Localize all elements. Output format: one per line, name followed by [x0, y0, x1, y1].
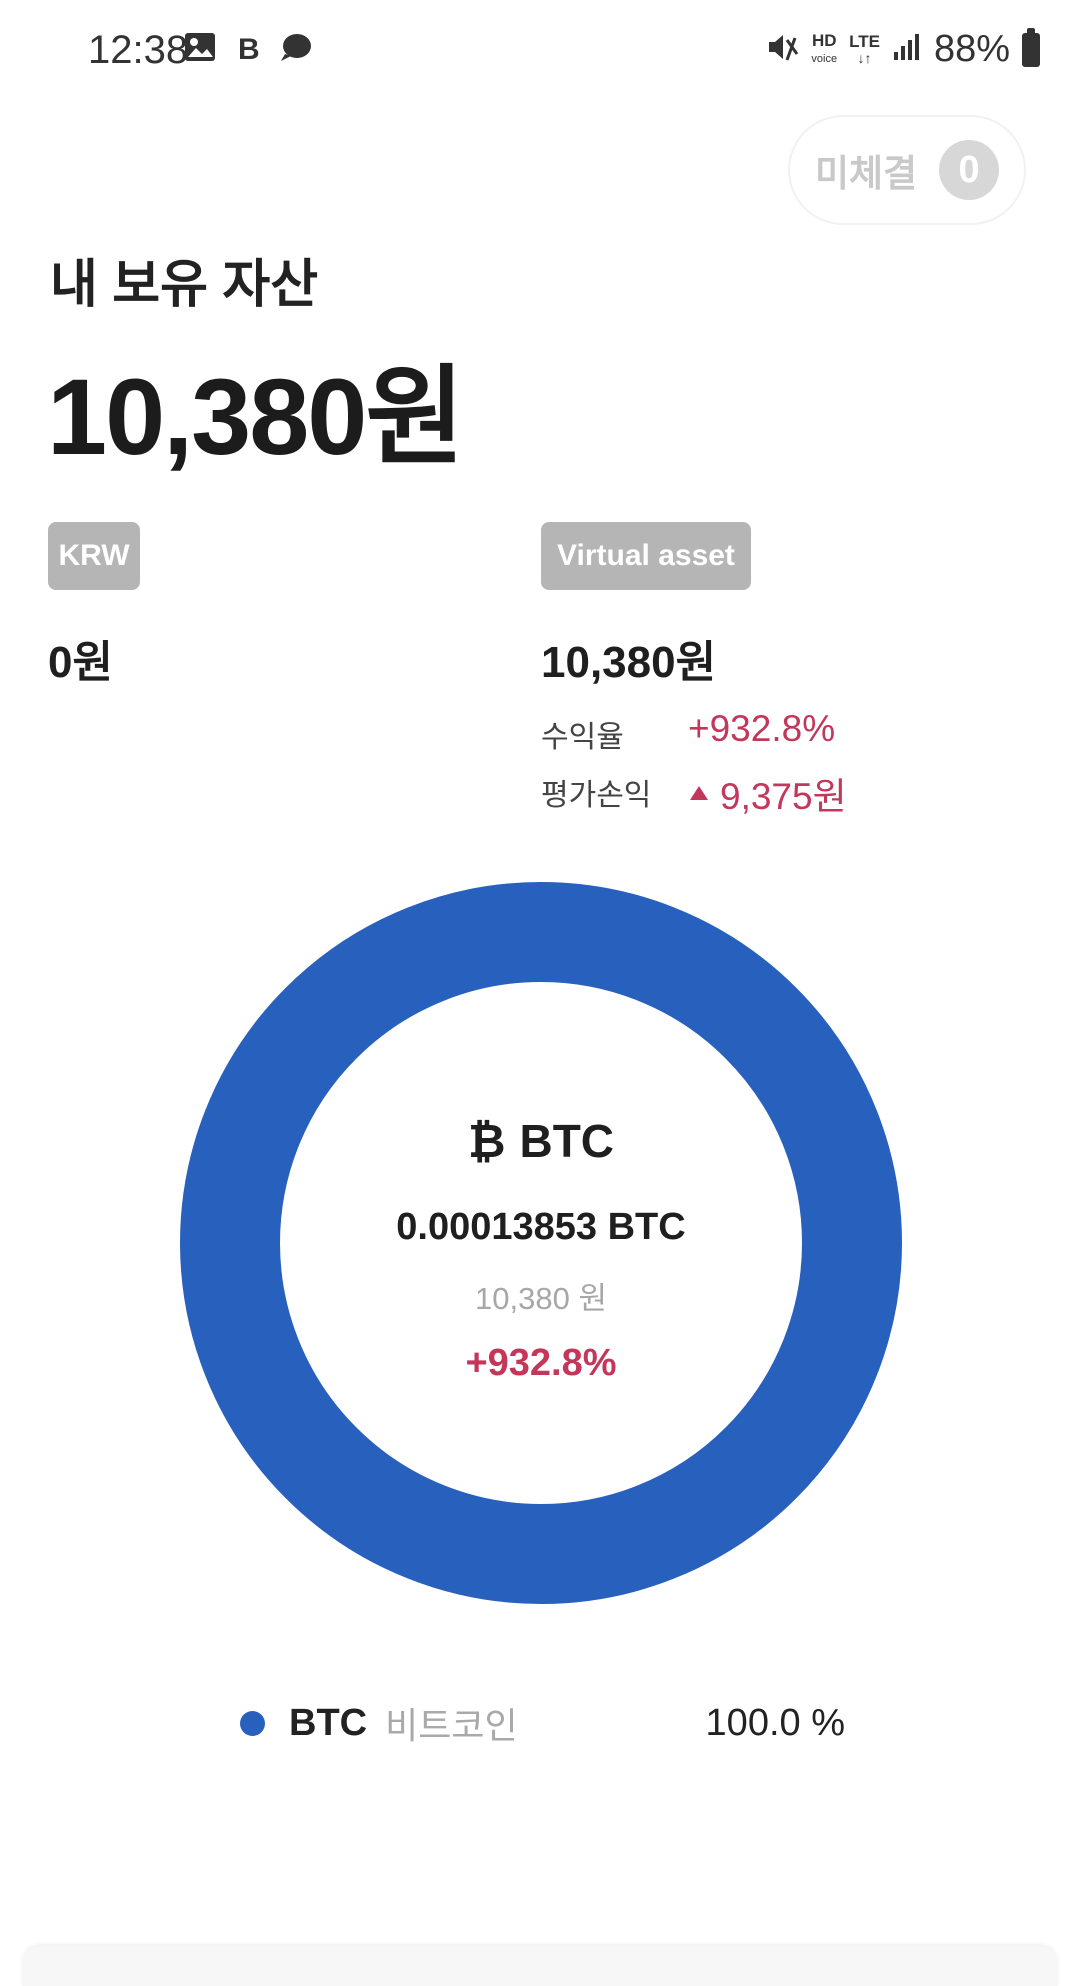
pending-orders-label: 미체결	[814, 153, 918, 194]
hd-voice-icon: HD voice	[811, 30, 838, 65]
virtual-asset-amount: 10,380원	[541, 638, 717, 687]
pending-orders-count: 0	[939, 140, 1000, 200]
legend-color-dot	[240, 1710, 265, 1736]
total-assets: 10,380원	[47, 356, 465, 477]
page-title: 내 보유 자산	[50, 256, 319, 314]
legend-percent: 100.0 %	[705, 1701, 845, 1744]
battery-icon	[1022, 27, 1040, 67]
legend-coin-name: 비트코인	[385, 1705, 518, 1746]
coin-quantity: 0.00013853 BTC	[396, 1206, 686, 1248]
signal-icon	[892, 32, 922, 67]
gallery-icon	[183, 30, 217, 64]
virtual-asset-tag: Virtual asset	[541, 522, 751, 590]
krw-amount: 0원	[48, 638, 113, 687]
svg-text:B: B	[238, 33, 260, 62]
lte-icon: LTE ↓↑	[849, 31, 880, 66]
chat-bubble-icon	[279, 30, 313, 64]
profit-loss-value: 9,375원	[720, 776, 847, 817]
status-left-icons: B	[183, 30, 313, 64]
bottom-sheet-handle[interactable]	[22, 1946, 1058, 1986]
mute-icon	[765, 30, 799, 69]
status-right-icons: HD voice LTE ↓↑ 88%	[765, 27, 1040, 71]
profit-loss-row: 9,375원	[690, 766, 847, 820]
legend-coin-code: BTC	[289, 1701, 368, 1744]
return-rate-value: +932.8%	[688, 708, 836, 749]
legend-item[interactable]: BTC 비트코인 100.0 %	[240, 1697, 845, 1749]
profit-loss-label: 평가손익	[541, 779, 652, 812]
coin-header: ₿ BTC	[468, 1114, 614, 1168]
krw-tag: KRW	[48, 522, 140, 590]
coin-krw-value: 10,380 원	[475, 1281, 607, 1316]
coin-return: +932.8%	[465, 1342, 617, 1384]
up-triangle-icon	[690, 786, 708, 800]
b-app-icon: B	[231, 30, 265, 64]
battery-percent: 88%	[933, 28, 1010, 70]
pending-orders-button[interactable]: 미체결 0	[788, 115, 1026, 225]
bitcoin-icon: ₿	[467, 1115, 506, 1167]
donut-center-info: ₿ BTC 0.00013853 BTC 10,380 원 +932.8%	[361, 1100, 721, 1385]
status-time: 12:38	[88, 28, 189, 72]
return-rate-label: 수익율	[541, 721, 624, 754]
coin-code: BTC	[519, 1115, 615, 1167]
